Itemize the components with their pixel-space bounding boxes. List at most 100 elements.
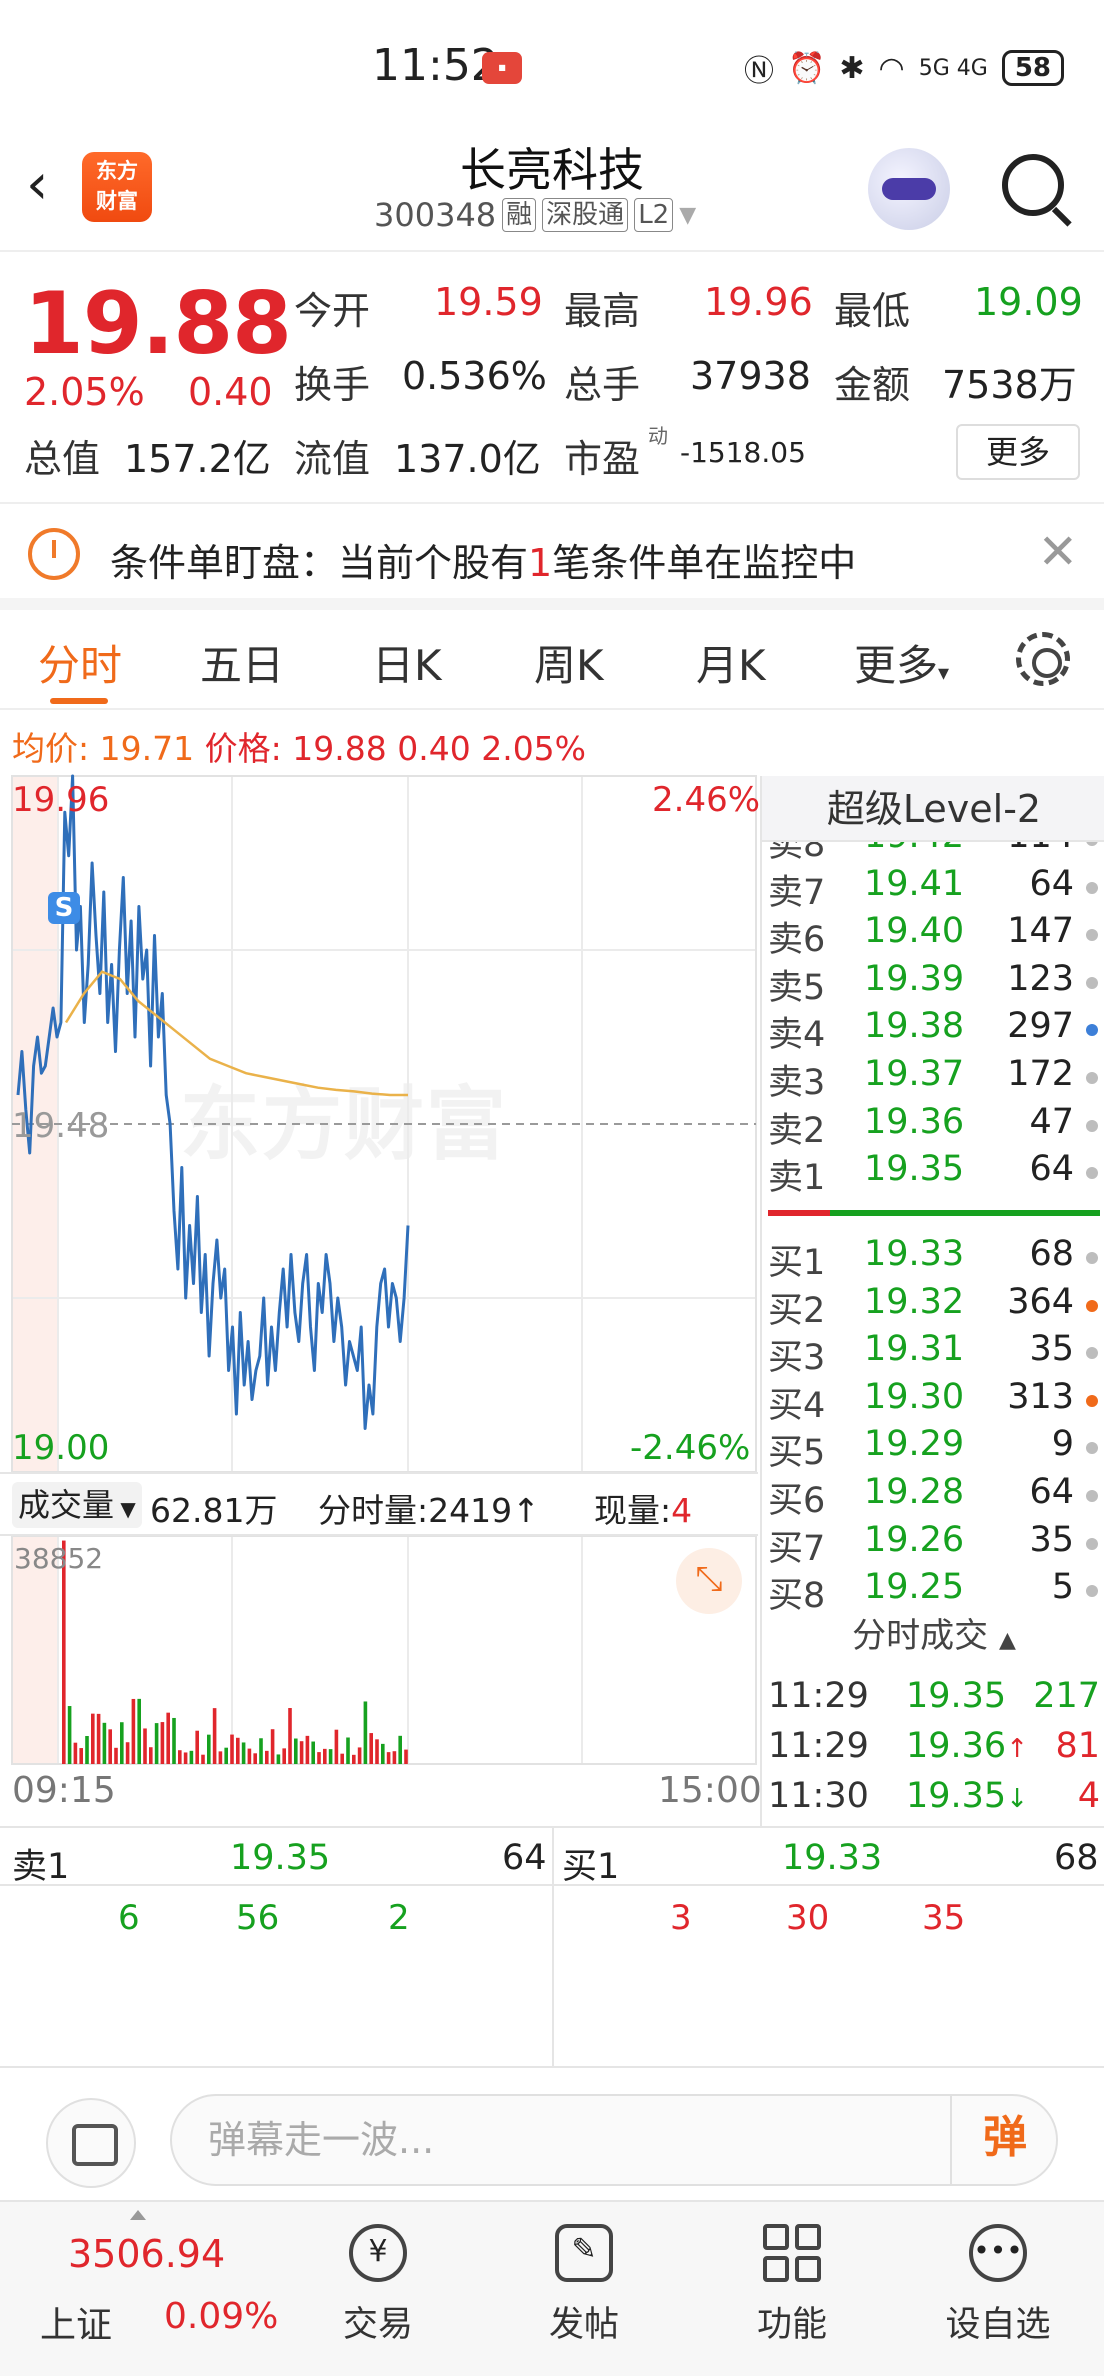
quote-panel: 19.88 2.05% 0.40 今开 19.59 最高 19.96 最低 19…: [0, 254, 1104, 504]
ask-row[interactable]: 卖5 19.39 123: [762, 958, 1104, 1008]
bid-level: 买1: [768, 1243, 826, 1283]
index-pct: 0.09%: [164, 2296, 279, 2337]
float-value: 137.0亿: [394, 437, 541, 481]
bid-price: 19.29: [864, 1424, 965, 1465]
danmu-toggle-button[interactable]: 弹: [950, 2094, 1058, 2186]
ask-volume: 47: [1029, 1101, 1074, 1142]
volume-bar: [189, 1750, 194, 1764]
close-icon[interactable]: ✕: [1038, 524, 1078, 580]
volume-bar: [178, 1750, 182, 1764]
status-bar: 11:52 ■ Ⓝ ⏰ ✱ ◠ 5G 4G 58: [0, 0, 1104, 140]
bid-level: 买7: [768, 1528, 826, 1569]
ask-level: 卖6: [768, 920, 826, 961]
banner-count: 1: [528, 541, 553, 585]
stock-code-row[interactable]: 300348 融 深股通 L2 ▼: [374, 196, 696, 234]
bottom-nav: 3506.94 上证 0.09% ¥ 交易 ✎ 发帖 功能 ••• 设自选: [0, 2200, 1104, 2376]
nav-functions[interactable]: 功能: [722, 2224, 862, 2347]
tag-margin: 融: [502, 198, 537, 232]
volume-bar: [357, 1747, 362, 1764]
volume-bar: [328, 1749, 333, 1764]
tab-five-day[interactable]: 五日: [200, 632, 284, 693]
bid-volume: 68: [1029, 1234, 1074, 1274]
sell-queue-item: 2: [388, 1898, 410, 1938]
time-end-label: 15:00: [658, 1770, 762, 1811]
volume-bar: [137, 1698, 141, 1764]
ask-row[interactable]: 卖6 19.40 147: [762, 911, 1104, 961]
bid-row[interactable]: 买6 19.28 64: [762, 1472, 1104, 1521]
bid-row[interactable]: 买2 19.32 364: [762, 1282, 1104, 1331]
dropdown-icon: ▾: [938, 661, 950, 686]
ask-row[interactable]: 卖7 19.41 64: [762, 863, 1104, 913]
bid-row[interactable]: 买5 19.29 9: [762, 1424, 1104, 1473]
grid-icon: [763, 2224, 821, 2282]
nav-post[interactable]: ✎ 发帖: [514, 2224, 654, 2347]
trade-row: 11:29 19.36↑ 81: [768, 1726, 1104, 1774]
tab-more[interactable]: 更多▾: [854, 632, 949, 693]
time-start-label: 09:15: [12, 1770, 116, 1811]
volume-bar: [346, 1737, 350, 1764]
pct-top-label: 2.46%: [652, 780, 761, 820]
level2-title[interactable]: 超级Level-2: [762, 776, 1104, 842]
current-volume-value: 4: [671, 1491, 693, 1530]
nfc-icon: Ⓝ: [744, 54, 775, 89]
volume-bar: [67, 1706, 72, 1764]
y-mid-label: 19.48: [12, 1106, 110, 1146]
order-dot-icon: [1086, 1394, 1098, 1407]
volume-bar: [96, 1713, 101, 1764]
bid-volume: 35: [1029, 1519, 1074, 1560]
signal-badge[interactable]: S: [48, 892, 80, 924]
tag-connect: 深股通: [542, 198, 629, 232]
bid-volume: 313: [1007, 1376, 1074, 1417]
volume-bar: [154, 1723, 159, 1764]
ask-row[interactable]: 卖1 19.35 64: [762, 1149, 1104, 1198]
bid-row[interactable]: 买4 19.30 313: [762, 1376, 1104, 1426]
bid-row[interactable]: 买1 19.33 68: [762, 1234, 1104, 1283]
order-dot-icon: [1086, 1119, 1098, 1132]
ask-row[interactable]: 卖2 19.36 47: [762, 1101, 1104, 1151]
volume-indicator-select[interactable]: 成交量 ▼: [12, 1482, 142, 1528]
ask-price: 19.40: [864, 911, 965, 952]
more-quote-button[interactable]: 更多: [956, 424, 1080, 480]
trade-price-value: 19.35: [906, 1676, 1007, 1716]
total-volume-label: 总手: [564, 363, 641, 407]
volume-bar: [79, 1748, 83, 1764]
low-label: 最低: [834, 289, 911, 333]
volume-bar: [392, 1751, 397, 1764]
banner-text: 条件单盯盘：当前个股有1笔条件单在监控中: [110, 532, 856, 587]
assistant-robot-icon[interactable]: [868, 148, 950, 230]
buy-queue-item: 30: [786, 1898, 830, 1938]
nav-trade[interactable]: ¥ 交易: [308, 2224, 448, 2347]
index-value[interactable]: 3506.94: [68, 2232, 225, 2276]
time-sales-title[interactable]: 分时成交 ▲: [762, 1608, 1104, 1657]
pe-label: 市盈: [564, 437, 641, 481]
intraday-chart[interactable]: [0, 772, 760, 1826]
nav-watchlist[interactable]: ••• 设自选: [928, 2224, 1068, 2347]
trade-row: 11:29 19.35 217: [768, 1676, 1104, 1724]
tab-intraday[interactable]: 分时: [38, 632, 122, 693]
ask-volume: 64: [1029, 863, 1074, 904]
tab-daily-k[interactable]: 日K: [372, 632, 442, 693]
comment-settings-icon[interactable]: [46, 2098, 136, 2188]
volume-bar: [131, 1698, 136, 1764]
volume-bar: [212, 1708, 217, 1764]
gear-icon[interactable]: [1016, 632, 1070, 686]
tab-monthly-k[interactable]: 月K: [696, 632, 766, 693]
pct-bottom-label: -2.46%: [630, 1428, 751, 1468]
expand-icon[interactable]: ⤡: [676, 1548, 742, 1614]
volume-bar: [102, 1722, 107, 1764]
bid-level: 买4: [768, 1385, 826, 1426]
index-name[interactable]: 上证: [40, 2296, 112, 2348]
caret-up-icon: ▲: [998, 1628, 1016, 1653]
ask-row[interactable]: 卖3 19.37 172: [762, 1054, 1104, 1103]
search-icon[interactable]: [1002, 154, 1064, 216]
tab-weekly-k[interactable]: 周K: [534, 632, 604, 693]
danmu-input[interactable]: 弹幕走一波...: [170, 2094, 1058, 2186]
bid-row[interactable]: 买7 19.26 35: [762, 1519, 1104, 1569]
current-price: 19.88: [24, 274, 292, 374]
signal-icon: 5G 4G: [918, 55, 988, 81]
bid-price: 19.31: [864, 1329, 965, 1370]
bid-row[interactable]: 买3 19.31 35: [762, 1329, 1104, 1378]
ask-volume: 123: [1007, 958, 1074, 999]
condition-order-banner[interactable]: 条件单盯盘：当前个股有1笔条件单在监控中 ✕: [0, 506, 1104, 610]
ask-row[interactable]: 卖4 19.38 297: [762, 1006, 1104, 1055]
